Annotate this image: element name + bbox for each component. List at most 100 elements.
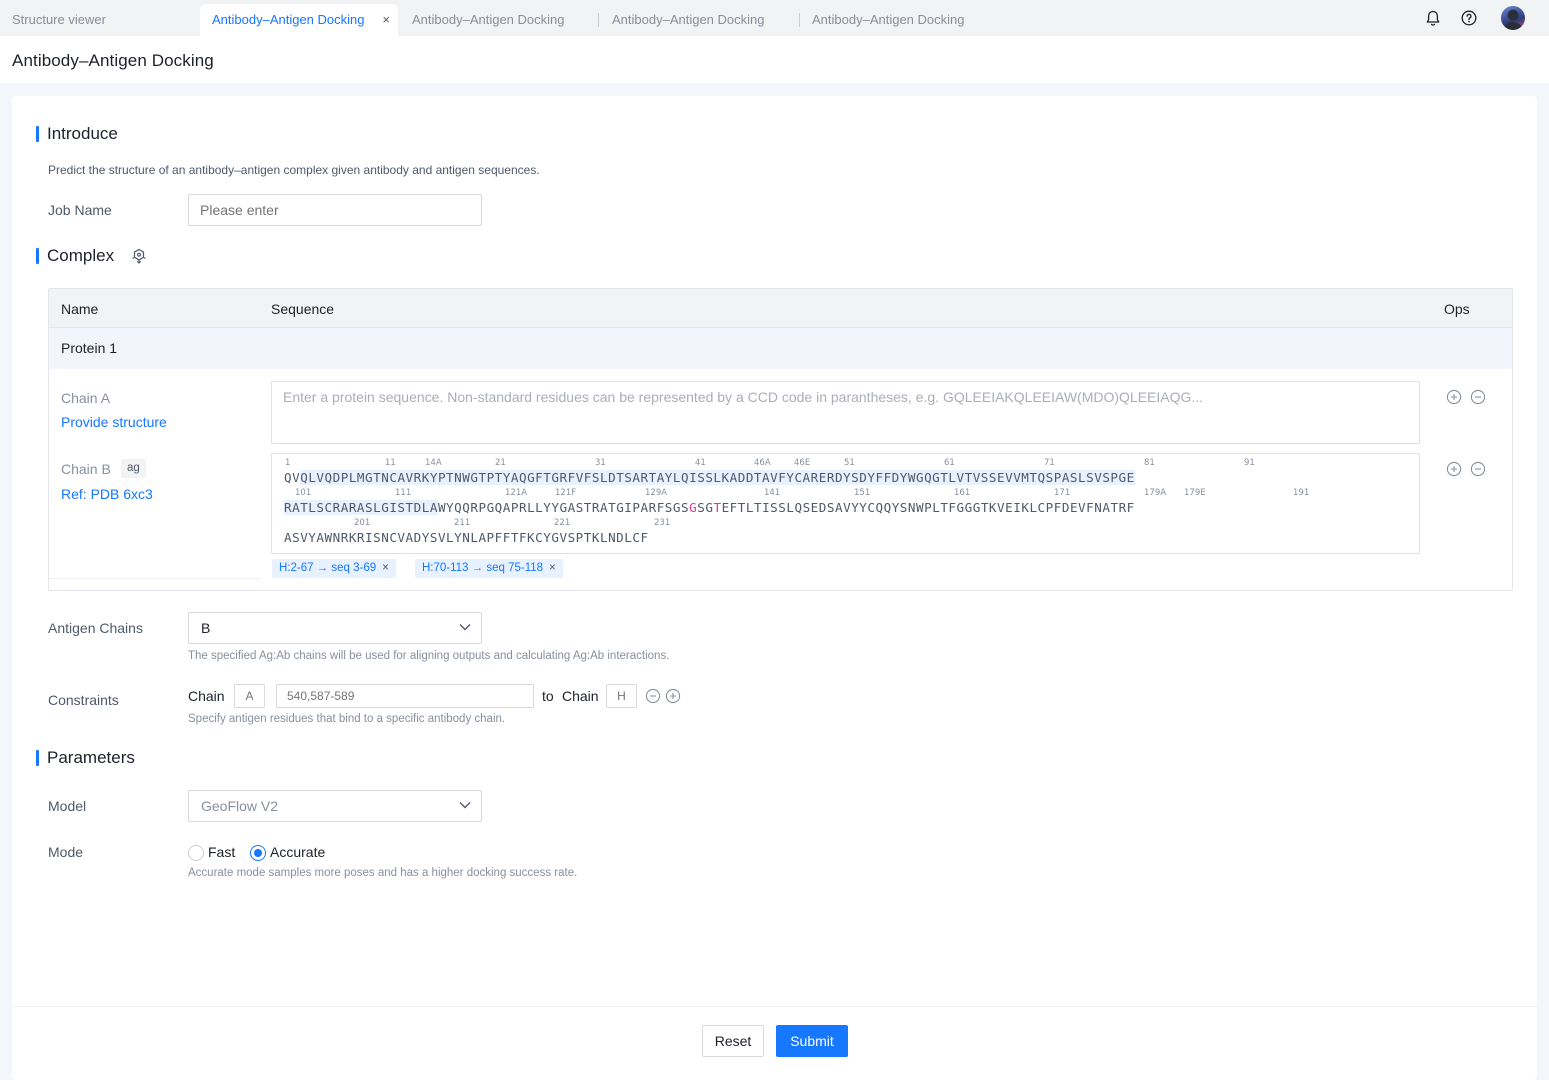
- residue-number: 179E: [1184, 488, 1206, 498]
- chain-a-name: Chain A: [61, 390, 111, 406]
- molecule-upload-icon[interactable]: [130, 247, 148, 265]
- sequence-line-3: ASVYAWNRKRISNCVADYSVLYNLAPFFTFKCYGVSPTKL…: [284, 530, 649, 545]
- sequence-segment: EFTLTISSLQSEDSAVYYCQQYSNWPLTFGGGTKVEIKLC…: [721, 500, 1135, 515]
- antigen-chains-value: B: [201, 620, 211, 636]
- column-ops: Ops: [1444, 301, 1470, 317]
- add-chain-icon[interactable]: [1446, 389, 1462, 405]
- residue-number: 161: [954, 488, 971, 498]
- close-tab-icon[interactable]: ×: [382, 4, 390, 36]
- residue-number: 179A: [1144, 488, 1167, 498]
- column-sequence: Sequence: [271, 301, 335, 317]
- antigen-chains-hint: The specified Ag:Ab chains will be used …: [188, 650, 670, 662]
- residue-number: 31: [595, 458, 606, 468]
- sequence-line-2: RATLSCRARASLGISTDLAWYQQRPGQAPRLLYYGASTRA…: [284, 500, 1135, 515]
- tab-label: Antibody–Antigen Docking: [612, 12, 765, 27]
- tab-structure-viewer[interactable]: Structure viewer: [0, 4, 196, 36]
- mode-label: Mode: [48, 844, 84, 860]
- residue-number: 1: [285, 458, 291, 468]
- marked-residue: T: [713, 500, 722, 515]
- residue-number: 61: [944, 458, 955, 468]
- constraint-chain-label: Chain: [188, 688, 225, 704]
- chain-b-sequence-input[interactable]: 1 11 14A 21 31 41 46A 46E 51 61 71 81 91…: [271, 453, 1420, 554]
- remove-mapping-icon[interactable]: ×: [549, 562, 556, 574]
- constraint-residues-input[interactable]: [276, 684, 534, 708]
- tab-divider: [598, 13, 599, 27]
- antigen-chains-select[interactable]: B: [188, 612, 482, 644]
- mapping-label: H:70-113 → seq 75-118: [422, 562, 544, 574]
- residue-number: 121F: [555, 488, 577, 498]
- residue-number: 111: [395, 488, 412, 498]
- add-constraint-icon[interactable]: [665, 688, 681, 704]
- mode-accurate-radio[interactable]: [250, 845, 266, 861]
- section-parameters-title: Parameters: [36, 749, 135, 767]
- model-label: Model: [48, 798, 87, 814]
- reset-button[interactable]: Reset: [702, 1025, 764, 1057]
- mode-hint: Accurate mode samples more poses and has…: [188, 867, 578, 879]
- remove-chain-icon[interactable]: [1470, 461, 1486, 477]
- introduce-description: Predict the structure of an antibody–ant…: [48, 163, 540, 177]
- tab-label: Antibody–Antigen Docking: [212, 12, 365, 27]
- tab-antibody-docking-4[interactable]: Antibody–Antigen Docking: [800, 4, 998, 36]
- residue-number: 11: [385, 458, 396, 468]
- residue-number: 221: [554, 518, 571, 528]
- chevron-down-icon: [459, 802, 471, 809]
- constraints-label: Constraints: [48, 692, 119, 708]
- model-select[interactable]: GeoFlow V2: [188, 790, 482, 822]
- row-divider: [49, 578, 261, 579]
- mode-accurate-label[interactable]: Accurate: [270, 844, 325, 860]
- model-value: GeoFlow V2: [201, 798, 279, 814]
- remove-mapping-icon[interactable]: ×: [382, 562, 389, 574]
- residue-number: 41: [695, 458, 706, 468]
- residue-number: 141: [764, 488, 781, 498]
- constraint-chain-input[interactable]: [234, 684, 265, 708]
- sequence-segment-highlighted: QLVQDPLMGTNCAVRKYPTNWGTPTYAQGFTGRFVFSLDT…: [300, 470, 1135, 485]
- residue-number: 81: [1144, 458, 1155, 468]
- submit-button[interactable]: Submit: [776, 1025, 848, 1057]
- user-avatar[interactable]: [1501, 6, 1525, 30]
- constraints-hint: Specify antigen residues that bind to a …: [188, 713, 506, 725]
- residue-number: 129A: [645, 488, 668, 498]
- residue-number: 46A: [754, 458, 771, 468]
- remove-chain-icon[interactable]: [1470, 389, 1486, 405]
- constraint-target-chain-input[interactable]: [606, 684, 637, 708]
- section-introduce-title: Introduce: [36, 125, 118, 143]
- residue-number: 51: [844, 458, 855, 468]
- residue-number: 121A: [505, 488, 528, 498]
- residue-number: 101: [295, 488, 312, 498]
- bell-icon[interactable]: [1424, 9, 1442, 27]
- page-header: Antibody–Antigen Docking: [0, 36, 1549, 83]
- chain-a-sequence-input[interactable]: Enter a protein sequence. Non-standard r…: [271, 381, 1420, 444]
- remove-constraint-icon[interactable]: [645, 688, 661, 704]
- help-icon[interactable]: [1460, 9, 1478, 27]
- residue-number: 151: [854, 488, 871, 498]
- table-header: Name Sequence Ops: [49, 289, 1512, 328]
- mapping-tag: H:2-67 → seq 3-69 ×: [272, 559, 396, 578]
- section-complex-title: Complex: [36, 247, 114, 265]
- chain-b-name: Chain B: [61, 461, 111, 477]
- tab-antibody-docking-active[interactable]: Antibody–Antigen Docking ×: [200, 4, 398, 36]
- page-title: Antibody–Antigen Docking: [12, 51, 214, 70]
- antigen-tag: ag: [121, 459, 146, 478]
- residue-number: 191: [1293, 488, 1310, 498]
- provide-structure-link[interactable]: Provide structure: [61, 414, 167, 430]
- residue-number: 91: [1244, 458, 1255, 468]
- residue-number: 201: [354, 518, 371, 528]
- residue-number: 231: [654, 518, 671, 528]
- tab-antibody-docking-3[interactable]: Antibody–Antigen Docking: [600, 4, 798, 36]
- tab-bar: Structure viewer Antibody–Antigen Dockin…: [0, 0, 1549, 36]
- tab-antibody-docking-2[interactable]: Antibody–Antigen Docking: [400, 4, 598, 36]
- chevron-down-icon: [459, 624, 471, 631]
- mode-fast-label[interactable]: Fast: [208, 844, 235, 860]
- constraint-target-chain-label: Chain: [562, 688, 599, 704]
- residue-number: 21: [495, 458, 506, 468]
- tab-label: Structure viewer: [12, 12, 106, 27]
- ref-pdb-link[interactable]: Ref: PDB 6xc3: [61, 486, 153, 502]
- column-name: Name: [61, 301, 99, 317]
- constraint-to-label: to: [542, 688, 554, 704]
- add-chain-icon[interactable]: [1446, 461, 1462, 477]
- job-name-input[interactable]: [188, 194, 482, 226]
- job-name-label: Job Name: [48, 202, 112, 218]
- mapping-label: H:2-67 → seq 3-69: [279, 562, 377, 574]
- mode-fast-radio[interactable]: [188, 845, 204, 861]
- sequence-segment: ASVYAWNRKRISNCVADYSVLYNLAPFFTFKCYGVSPTKL…: [284, 530, 649, 545]
